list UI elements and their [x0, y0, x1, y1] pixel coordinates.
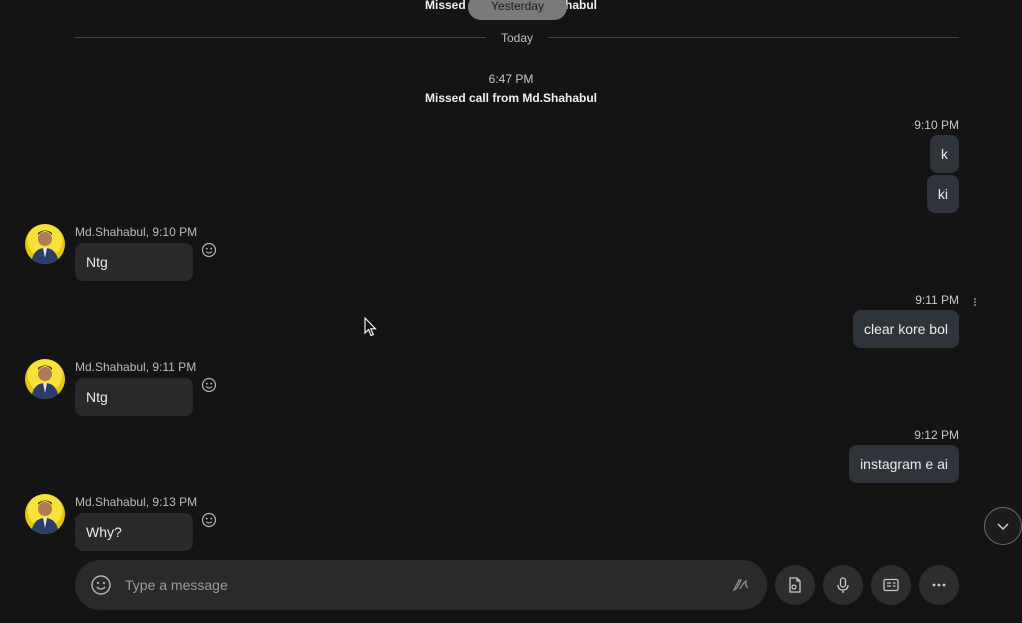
today-divider-label: Today — [486, 31, 548, 45]
mouse-cursor-icon — [364, 316, 378, 337]
add-reaction-icon[interactable] — [201, 377, 217, 393]
outgoing-message-time: 9:11 PM — [915, 293, 959, 307]
more-icon — [932, 583, 946, 587]
contact-card-icon — [883, 578, 899, 592]
emoji-icon[interactable] — [90, 574, 112, 596]
message-input[interactable]: Type a message — [125, 577, 228, 593]
add-reaction-icon[interactable] — [201, 512, 217, 528]
outgoing-message-time: 9:10 PM — [914, 118, 959, 132]
mic-icon — [837, 577, 849, 593]
scroll-to-bottom-button[interactable] — [984, 507, 1022, 545]
sender-name-time: Md.Shahabul, 9:11 PM — [75, 360, 197, 374]
more-options-button[interactable] — [919, 565, 959, 605]
attach-file-button[interactable] — [775, 565, 815, 605]
avatar-person-icon — [31, 500, 59, 534]
avatar[interactable] — [25, 494, 65, 534]
add-reaction-icon[interactable] — [201, 242, 217, 258]
share-contact-button[interactable] — [871, 565, 911, 605]
incoming-message-bubble[interactable]: Why? — [75, 513, 193, 551]
voice-message-button[interactable] — [823, 565, 863, 605]
incoming-message-bubble[interactable]: Ntg — [75, 243, 193, 281]
outgoing-message-bubble[interactable]: k — [930, 135, 959, 173]
outgoing-message-bubble[interactable]: instagram e ai — [849, 445, 959, 483]
avatar-person-icon — [31, 230, 59, 264]
yesterday-date-pill: Yesterday — [468, 0, 567, 20]
chevron-down-icon — [997, 523, 1009, 531]
file-icon — [789, 577, 801, 593]
system-message-time: 6:47 PM — [488, 72, 534, 86]
outgoing-message-time: 9:12 PM — [914, 428, 959, 442]
avatar-person-icon — [31, 365, 59, 399]
outgoing-message-bubble[interactable]: clear kore bol — [852, 310, 959, 348]
incoming-message-bubble[interactable]: Ntg — [75, 378, 193, 416]
sender-name-time: Md.Shahabul, 9:13 PM — [75, 495, 198, 509]
sender-name-time: Md.Shahabul, 9:10 PM — [75, 225, 198, 239]
more-vertical-icon[interactable] — [971, 295, 979, 309]
missed-call-notice: Missed call from Md.Shahabul — [424, 91, 598, 105]
avatar[interactable] — [25, 224, 65, 264]
outgoing-message-bubble[interactable]: ki — [926, 175, 959, 213]
avatar[interactable] — [25, 359, 65, 399]
pen-icon[interactable] — [731, 575, 751, 595]
